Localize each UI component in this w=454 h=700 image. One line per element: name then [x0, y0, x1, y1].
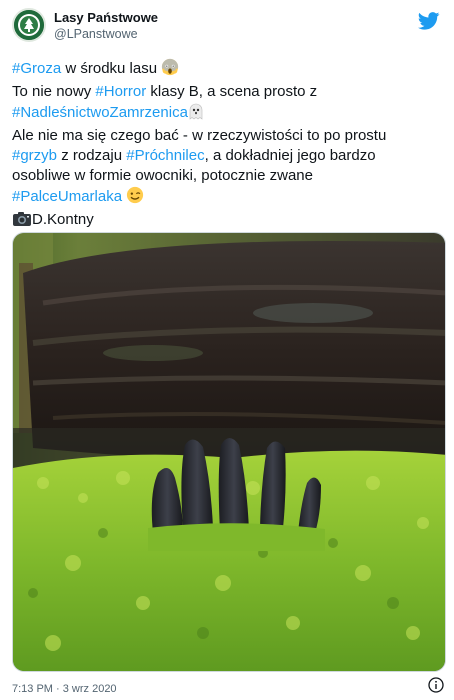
- tweet-line-1: #Groza w środku lasu: [12, 58, 444, 82]
- tweet-header: Lasy Państwowe @LPanstwowe: [12, 8, 442, 44]
- hashtag-link[interactable]: #Próchnilec: [126, 147, 204, 164]
- dead-mans-fingers-photo: [13, 233, 445, 671]
- tweet-timestamp[interactable]: 7:13 PM · 3 wrz 2020: [12, 683, 117, 695]
- wink-emoji-icon: [126, 186, 144, 210]
- ghost-emoji-icon: [188, 102, 204, 126]
- tweet-text: #Groza w środku lasu To nie nowy #Horror…: [12, 58, 444, 233]
- tweet-line-6: osobliwe w formie owocniki, potocznie zw…: [12, 167, 313, 184]
- tweet-text-segment: klasy B, a scena prosto z: [146, 83, 318, 100]
- tweet-line-7: #PalceUmarlaka: [12, 186, 444, 210]
- tweet-line-5: #grzyb z rodzaju #Próchnilec, a dokładni…: [12, 146, 444, 166]
- hashtag-link[interactable]: #grzyb: [12, 147, 57, 164]
- tweet-photo[interactable]: [12, 232, 446, 672]
- tweet-line-4: Ale nie ma się czego bać - w rzeczywisto…: [12, 127, 387, 144]
- tweet-card: Lasy Państwowe @LPanstwowe #Groza w środ…: [0, 0, 454, 700]
- scream-emoji-icon: [161, 58, 179, 82]
- tweet-text-segment: z rodzaju: [57, 147, 127, 164]
- camera-emoji-icon: [12, 211, 32, 233]
- hashtag-link[interactable]: #Horror: [95, 83, 146, 100]
- tweet-line-2: To nie nowy #Horror klasy B, a scena pro…: [12, 82, 444, 102]
- display-name[interactable]: Lasy Państwowe: [54, 10, 158, 26]
- photo-credit: D.Kontny: [32, 211, 94, 228]
- avatar[interactable]: [12, 8, 46, 42]
- tweet-line-3: #NadleśnictwoZamrzenica: [12, 102, 444, 126]
- tweet-text-segment: To nie nowy: [12, 83, 96, 100]
- info-icon[interactable]: [428, 677, 444, 693]
- twitter-bird-icon[interactable]: [417, 12, 440, 30]
- hashtag-link[interactable]: #PalceUmarlaka: [12, 188, 122, 205]
- tweet-text-segment: w środku lasu: [61, 60, 162, 77]
- tweet-text-segment: , a dokładniej jego bardzo: [204, 147, 376, 164]
- tweet-footer: 7:13 PM · 3 wrz 2020: [12, 677, 446, 695]
- tweet-line-8: D.Kontny: [12, 210, 444, 233]
- hashtag-link[interactable]: #Groza: [12, 60, 61, 77]
- lasy-panstwowe-logo-icon: [14, 10, 44, 40]
- user-handle[interactable]: @LPanstwowe: [54, 26, 158, 42]
- hashtag-link[interactable]: #NadleśnictwoZamrzenica: [12, 104, 188, 121]
